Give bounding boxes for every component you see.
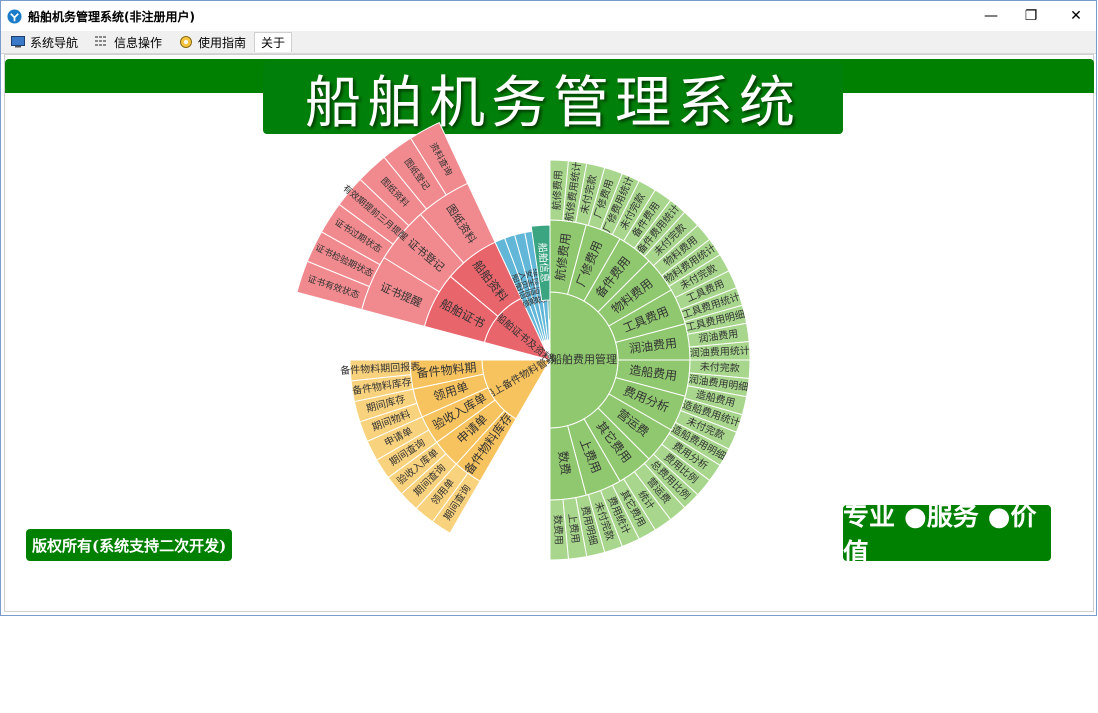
fee-ring-segment-label: 数费 xyxy=(556,450,574,476)
navigation-sunburst: 船舶费用管理航修费用 厂修费用备件费用物料费用工具费用润油费用造船费用费用分析营运… xyxy=(296,121,751,561)
sunburst-center-label: 船舶费用管理 xyxy=(551,352,617,366)
